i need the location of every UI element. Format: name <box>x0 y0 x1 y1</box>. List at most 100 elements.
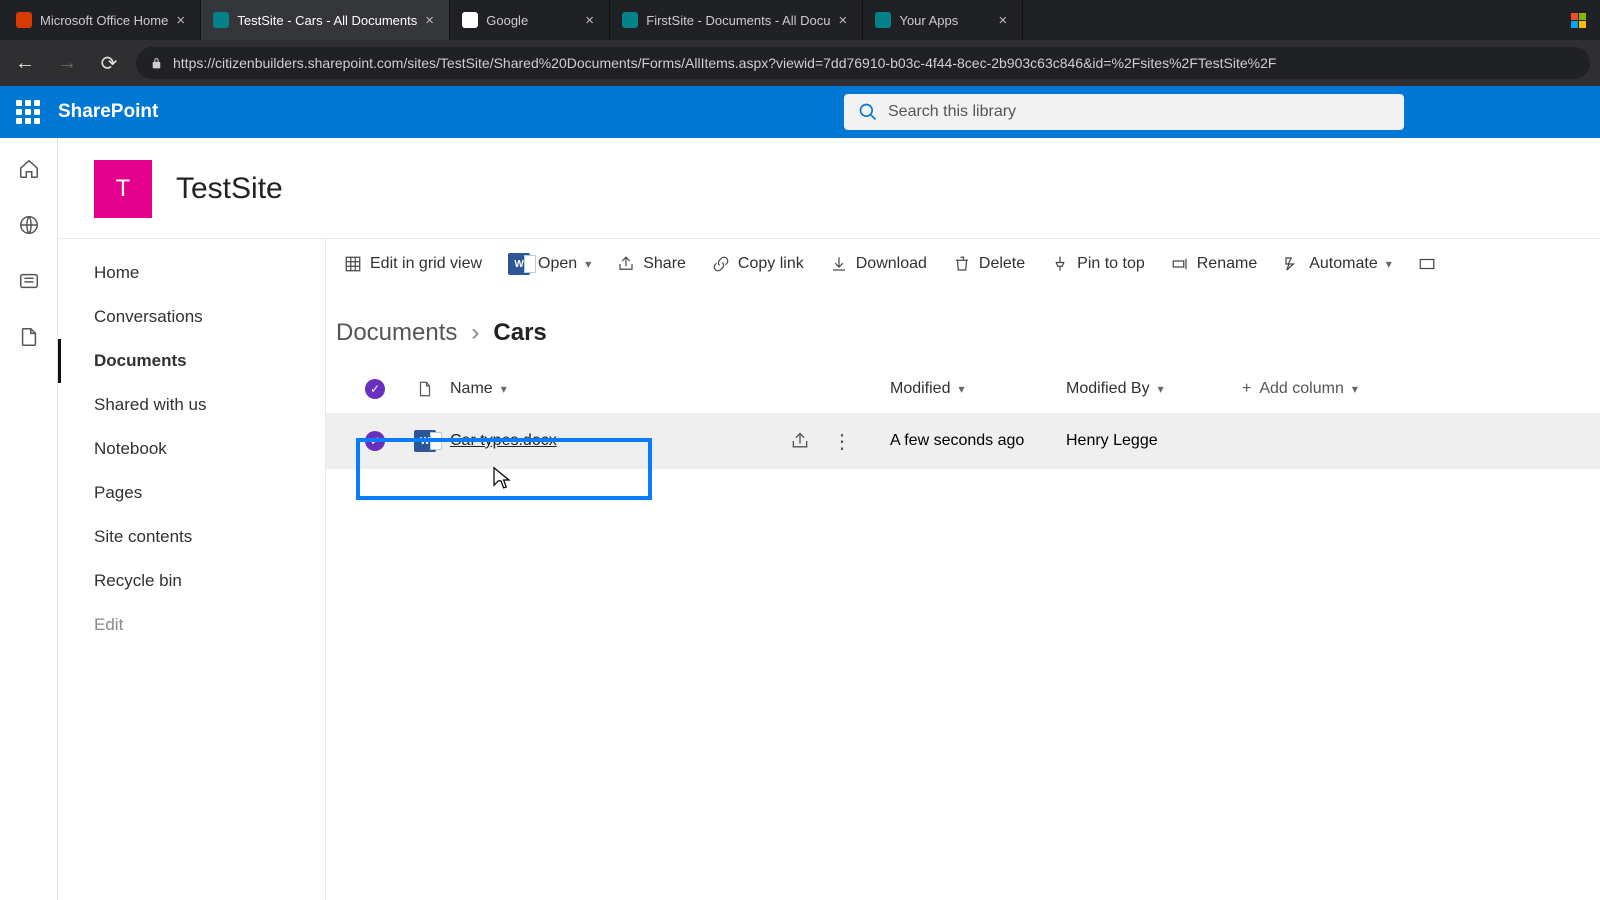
nav-documents[interactable]: Documents <box>58 339 325 383</box>
tab-title: FirstSite - Documents - All Docu <box>646 13 830 28</box>
column-label: Add column <box>1259 380 1344 398</box>
file-icon <box>416 380 434 398</box>
chevron-down-icon: ▾ <box>501 382 507 396</box>
download-button[interactable]: Download <box>822 251 935 277</box>
edit-in-grid-button[interactable]: Edit in grid view <box>336 251 490 277</box>
flow-icon <box>1283 255 1301 273</box>
nav-pages[interactable]: Pages <box>58 471 325 515</box>
rename-icon <box>1171 255 1189 273</box>
home-icon[interactable] <box>18 158 40 180</box>
file-icon[interactable] <box>18 326 40 348</box>
trash-icon <box>953 255 971 273</box>
browser-tab-strip: Microsoft Office Home × TestSite - Cars … <box>0 0 1600 40</box>
modified-by-column-header[interactable]: Modified By ▾ <box>1066 380 1242 398</box>
word-icon: W <box>414 430 436 452</box>
more-icon <box>1418 255 1436 273</box>
close-icon[interactable]: × <box>176 12 188 29</box>
select-all-toggle[interactable]: ✓ <box>350 379 400 399</box>
tab-title: TestSite - Cars - All Documents <box>237 13 417 28</box>
chevron-right-icon: › <box>471 319 479 347</box>
pin-icon <box>1051 255 1069 273</box>
favicon <box>622 12 638 28</box>
cmd-label: Open <box>538 255 577 273</box>
chevron-down-icon: ▾ <box>1352 382 1358 396</box>
cmd-label: Copy link <box>738 255 804 273</box>
browser-tab[interactable]: Microsoft Office Home × <box>4 0 201 40</box>
pin-to-top-button[interactable]: Pin to top <box>1043 251 1153 277</box>
share-icon[interactable] <box>790 431 810 451</box>
nav-shared-with-us[interactable]: Shared with us <box>58 383 325 427</box>
plus-icon: + <box>1242 380 1251 398</box>
modified-column-header[interactable]: Modified ▾ <box>890 380 1066 398</box>
favicon <box>462 12 478 28</box>
favicon <box>875 12 891 28</box>
filetype-column-header[interactable] <box>400 380 450 398</box>
more-actions-icon[interactable]: ⋮ <box>832 429 852 454</box>
reload-button[interactable]: ⟳ <box>94 51 124 76</box>
browser-tab[interactable]: Your Apps × <box>863 0 1023 40</box>
browser-tab[interactable]: FirstSite - Documents - All Docu × <box>610 0 863 40</box>
globe-icon[interactable] <box>18 214 40 236</box>
browser-tab[interactable]: TestSite - Cars - All Documents × <box>201 0 450 40</box>
search-box[interactable]: Search this library <box>844 94 1404 130</box>
favicon <box>213 12 229 28</box>
open-button[interactable]: W Open ▾ <box>500 249 599 279</box>
sharepoint-header: SharePoint Search this library <box>0 86 1600 138</box>
more-commands-button[interactable] <box>1410 251 1444 277</box>
quick-launch-nav: Home Conversations Documents Shared with… <box>58 239 326 900</box>
column-header-row: ✓ Name ▾ Modified ▾ Modified By <box>326 365 1600 413</box>
copy-link-button[interactable]: Copy link <box>704 251 812 277</box>
nav-home[interactable]: Home <box>58 251 325 295</box>
nav-recycle-bin[interactable]: Recycle bin <box>58 559 325 603</box>
tab-title: Your Apps <box>899 13 990 28</box>
share-button[interactable]: Share <box>609 251 694 277</box>
close-icon[interactable]: × <box>998 12 1010 29</box>
browser-tab[interactable]: Google × <box>450 0 610 40</box>
sharepoint-brand[interactable]: SharePoint <box>58 101 158 123</box>
name-column-header[interactable]: Name ▾ <box>450 380 790 398</box>
cmd-label: Delete <box>979 255 1025 273</box>
tab-title: Google <box>486 13 577 28</box>
modified-by-cell: Henry Legge <box>1066 432 1242 450</box>
search-placeholder: Search this library <box>888 103 1016 121</box>
chevron-down-icon: ▾ <box>585 257 591 271</box>
file-name-link[interactable]: Car types.docx <box>450 432 557 450</box>
breadcrumb-root[interactable]: Documents <box>336 319 457 347</box>
cmd-label: Rename <box>1197 255 1257 273</box>
left-rail <box>0 138 58 900</box>
nav-edit[interactable]: Edit <box>58 603 325 647</box>
microsoft-logo <box>1556 0 1600 40</box>
file-row[interactable]: ✓ W Car types.docx ⋮ A few seconds ago H… <box>326 413 1600 469</box>
add-column-button[interactable]: + Add column ▾ <box>1242 380 1442 398</box>
command-bar: Edit in grid view W Open ▾ Share Copy li… <box>326 239 1600 289</box>
forward-button[interactable]: → <box>52 52 82 75</box>
breadcrumb: Documents › Cars <box>326 289 1600 365</box>
browser-toolbar: ← → ⟳ https://citizenbuilders.sharepoint… <box>0 40 1600 86</box>
close-icon[interactable]: × <box>425 12 437 29</box>
column-label: Modified By <box>1066 380 1150 398</box>
tab-title: Microsoft Office Home <box>40 13 168 28</box>
delete-button[interactable]: Delete <box>945 251 1033 277</box>
close-icon[interactable]: × <box>838 12 850 29</box>
column-label: Name <box>450 380 493 398</box>
site-logo[interactable]: T <box>94 160 152 218</box>
chevron-down-icon: ▾ <box>1386 257 1392 271</box>
back-button[interactable]: ← <box>10 52 40 75</box>
url-text: https://citizenbuilders.sharepoint.com/s… <box>173 55 1276 71</box>
nav-notebook[interactable]: Notebook <box>58 427 325 471</box>
site-title[interactable]: TestSite <box>176 172 283 206</box>
automate-button[interactable]: Automate ▾ <box>1275 251 1400 277</box>
close-icon[interactable]: × <box>585 12 597 29</box>
chevron-down-icon: ▾ <box>1158 382 1164 396</box>
news-icon[interactable] <box>18 270 40 292</box>
nav-conversations[interactable]: Conversations <box>58 295 325 339</box>
row-select-toggle[interactable]: ✓ <box>350 431 400 451</box>
cmd-label: Share <box>643 255 686 273</box>
address-bar[interactable]: https://citizenbuilders.sharepoint.com/s… <box>136 47 1590 79</box>
share-icon <box>617 255 635 273</box>
app-launcher-icon[interactable] <box>16 100 40 124</box>
rename-button[interactable]: Rename <box>1163 251 1265 277</box>
cmd-label: Pin to top <box>1077 255 1145 273</box>
cursor-pointer-icon <box>490 466 512 494</box>
nav-site-contents[interactable]: Site contents <box>58 515 325 559</box>
